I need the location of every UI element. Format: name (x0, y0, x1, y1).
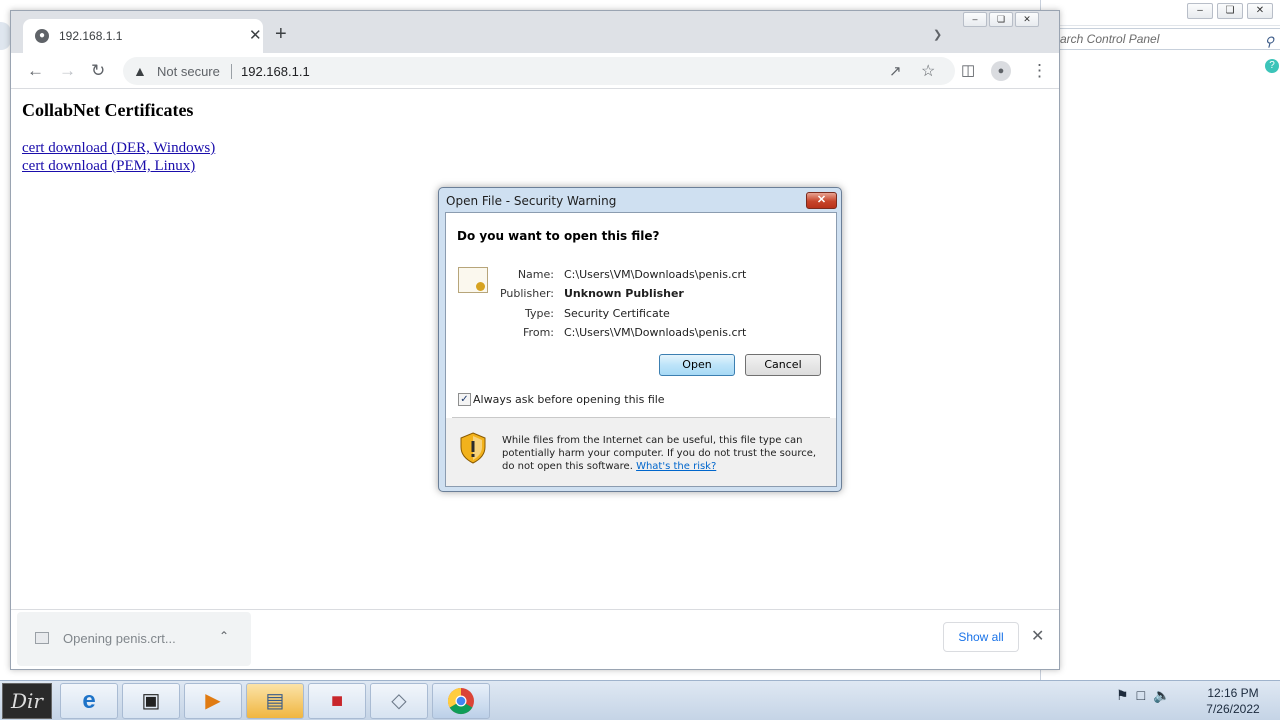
download-bar: Opening penis.crt... ⌃ Show all ✕ (11, 609, 1059, 669)
dialog-warning-area: While files from the Internet can be use… (446, 418, 836, 486)
link-cert-der[interactable]: cert download (DER, Windows) (22, 140, 215, 157)
taskbar-toolbox[interactable]: ■ (308, 683, 366, 719)
star-icon[interactable]: ☆ (921, 61, 935, 81)
taskbar-internet-explorer[interactable]: e (60, 683, 118, 719)
control-panel-search-placeholder: arch Control Panel (1060, 32, 1160, 46)
control-panel-window-controls: – ❏ ✕ (1187, 3, 1273, 19)
control-panel-content (1041, 55, 1280, 680)
taskbar-media-player[interactable]: ▶ (184, 683, 242, 719)
security-warning-dialog: Open File - Security Warning ✕ Do you wa… (438, 187, 842, 492)
system-tray: ⚑ □ 🔈 (1116, 687, 1170, 704)
from-value: C:\Users\VM\Downloads\penis.crt (564, 326, 747, 339)
close-icon[interactable]: ✕ (1031, 626, 1044, 646)
profile-avatar[interactable]: ● (991, 61, 1011, 81)
browser-window-controls: – ❏ ✕ (963, 12, 1039, 27)
open-button[interactable]: Open (659, 354, 735, 376)
publisher-value: Unknown Publisher (564, 287, 684, 300)
warning-message: While files from the Internet can be use… (502, 434, 828, 473)
type-value: Security Certificate (564, 307, 670, 320)
minimize-icon[interactable]: – (963, 12, 987, 27)
always-ask-checkbox[interactable]: ✓ (458, 393, 471, 406)
taskbar: Dir e ▣ ▶ ▤ ■ ◇ ⚑ □ 🔈 12:16 PM 7/26/2022 (0, 680, 1280, 720)
name-value: C:\Users\VM\Downloads\penis.crt (564, 268, 747, 281)
search-icon[interactable]: ⚲ (1264, 32, 1274, 52)
tab-title: 192.168.1.1 (59, 29, 123, 43)
name-label: Name: (517, 268, 554, 281)
divider (231, 64, 232, 79)
chevron-up-icon[interactable]: ⌃ (219, 629, 229, 643)
type-label: Type: (525, 307, 554, 320)
always-ask-label[interactable]: Always ask before opening this file (473, 393, 665, 406)
menu-icon[interactable]: ⋮ (1031, 61, 1048, 81)
network-status-icon[interactable]: □ (1137, 687, 1145, 704)
control-panel-search-input[interactable]: arch Control Panel ⚲ (1051, 28, 1280, 50)
page-title: CollabNet Certificates (22, 100, 194, 120)
file-icon (35, 632, 49, 644)
taskbar-chrome[interactable] (432, 683, 490, 719)
taskbar-explorer[interactable]: ◇ (370, 683, 428, 719)
terminal-icon: ▣ (141, 690, 161, 712)
close-icon[interactable]: ✕ (806, 192, 837, 209)
shield-warning-icon (460, 432, 486, 464)
tab-strip: ● 192.168.1.1 ✕ + ❯ – ❏ ✕ (11, 11, 1059, 53)
link-cert-pem[interactable]: cert download (PEM, Linux) (22, 158, 195, 175)
media-player-icon: ▶ (205, 690, 221, 712)
chrome-icon (447, 687, 474, 715)
dialog-title: Open File - Security Warning (446, 194, 617, 208)
tab-active[interactable]: ● 192.168.1.1 ✕ (23, 19, 263, 53)
show-all-button[interactable]: Show all (943, 622, 1019, 652)
cancel-button[interactable]: Cancel (745, 354, 821, 376)
warning-icon[interactable]: ▲ (133, 63, 147, 79)
dialog-body: Do you want to open this file? Name: C:\… (445, 212, 837, 487)
internet-explorer-icon: e (82, 687, 96, 714)
explorer-icon: ◇ (391, 690, 407, 712)
control-panel-titlebar: – ❏ ✕ (1041, 0, 1280, 26)
clock-date: 7/26/2022 (1206, 702, 1260, 716)
chevron-down-icon[interactable]: ❯ (933, 28, 942, 41)
from-label: From: (523, 326, 554, 339)
maximize-icon[interactable]: ❏ (989, 12, 1013, 27)
clock[interactable]: 12:16 PM 7/26/2022 (1196, 685, 1270, 717)
whats-the-risk-link[interactable]: What's the risk? (636, 461, 716, 472)
url-text[interactable]: 192.168.1.1 (241, 64, 310, 79)
globe-icon: ● (35, 29, 49, 43)
browser-toolbar: ← → ↻ ▲ Not secure 192.168.1.1 ↗ ☆ ◫ ● ⋮ (11, 53, 1059, 89)
volume-icon[interactable]: 🔈 (1153, 687, 1170, 704)
new-tab-button[interactable]: + (275, 24, 287, 44)
start-button[interactable]: Dir (2, 683, 52, 719)
reload-icon[interactable]: ↻ (91, 61, 105, 81)
control-panel-window: – ❏ ✕ arch Control Panel ⚲ ? (1040, 0, 1280, 680)
close-icon[interactable]: ✕ (1247, 3, 1273, 19)
close-icon[interactable]: ✕ (249, 26, 262, 44)
security-label[interactable]: Not secure (157, 64, 220, 79)
flag-icon[interactable]: ⚑ (1116, 687, 1129, 704)
side-panel-icon[interactable]: ◫ (961, 61, 975, 81)
forward-icon[interactable]: → (59, 61, 76, 81)
maximize-icon[interactable]: ❏ (1217, 3, 1243, 19)
network-icon: ▤ (265, 690, 285, 712)
taskbar-network-app[interactable]: ▤ (246, 683, 304, 719)
clock-time: 12:16 PM (1207, 686, 1259, 700)
address-bar[interactable]: ▲ Not secure 192.168.1.1 ↗ ☆ (123, 57, 955, 85)
download-status: Opening penis.crt... (63, 631, 176, 646)
close-icon[interactable]: ✕ (1015, 12, 1039, 27)
minimize-icon[interactable]: – (1187, 3, 1213, 19)
dialog-question: Do you want to open this file? (457, 229, 660, 243)
download-item[interactable]: Opening penis.crt... ⌃ (17, 612, 251, 666)
share-icon[interactable]: ↗ (889, 62, 902, 80)
back-icon[interactable]: ← (27, 61, 44, 81)
help-icon[interactable]: ? (1265, 59, 1279, 73)
publisher-label: Publisher: (499, 287, 554, 300)
toolbox-icon: ■ (330, 690, 344, 712)
taskbar-terminal[interactable]: ▣ (122, 683, 180, 719)
